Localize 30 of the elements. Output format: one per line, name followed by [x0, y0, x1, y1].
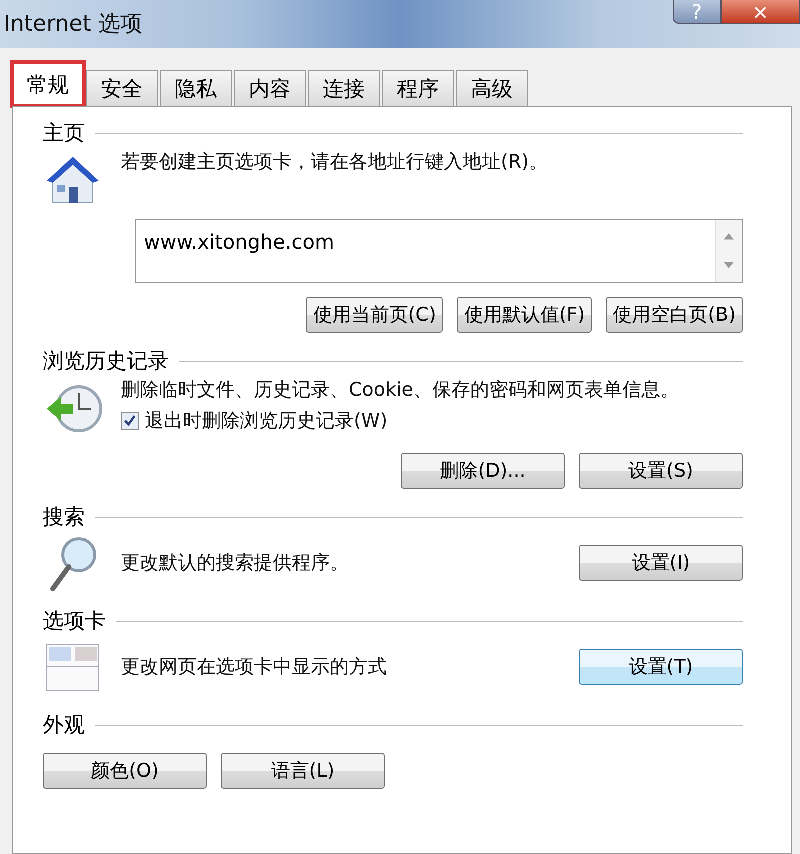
tab[interactable]: 高级 — [456, 70, 528, 106]
tab[interactable]: 程序 — [382, 70, 454, 106]
action-button[interactable]: 语言(L) — [221, 753, 385, 789]
tab[interactable]: 内容 — [234, 70, 306, 106]
action-button[interactable]: 颜色(O) — [43, 753, 207, 789]
checkbox-label: 退出时删除浏览历史记录(W) — [145, 410, 388, 433]
section-heading: 选项卡 — [43, 608, 106, 635]
window-title: Internet 选项 — [4, 11, 142, 39]
section-heading: 主页 — [43, 120, 85, 147]
section-heading: 浏览历史记录 — [43, 348, 169, 375]
action-button[interactable]: 使用空白页(B) — [606, 297, 743, 333]
home-page-field[interactable]: www.xitonghe.com — [135, 219, 743, 283]
instruction-text: 若要创建主页选项卡，请在各地址行键入地址(R)。 — [121, 151, 550, 174]
action-button[interactable]: 设置(S) — [579, 453, 743, 489]
close-button[interactable]: × — [721, 0, 800, 24]
action-button[interactable]: 使用默认值(F) — [457, 297, 592, 333]
tab[interactable]: 常规 — [12, 62, 84, 106]
action-button[interactable]: 删除(D)... — [401, 453, 565, 489]
tab[interactable]: 连接 — [308, 70, 380, 106]
action-button[interactable]: 使用当前页(C) — [306, 297, 444, 333]
section-heading: 外观 — [43, 712, 85, 739]
checkbox[interactable] — [121, 412, 139, 430]
tab[interactable]: 隐私 — [160, 70, 232, 106]
settings-button[interactable]: 设置(T) — [579, 649, 743, 685]
description-text: 删除临时文件、历史记录、Cookie、保存的密码和网页表单信息。 — [121, 379, 680, 402]
tab[interactable]: 安全 — [86, 70, 158, 106]
description-text: 更改默认的搜索提供程序。 — [121, 552, 350, 574]
section-heading: 搜索 — [43, 504, 85, 531]
description-text: 更改网页在选项卡中显示的方式 — [121, 656, 388, 678]
settings-button[interactable]: 设置(I) — [579, 545, 743, 581]
